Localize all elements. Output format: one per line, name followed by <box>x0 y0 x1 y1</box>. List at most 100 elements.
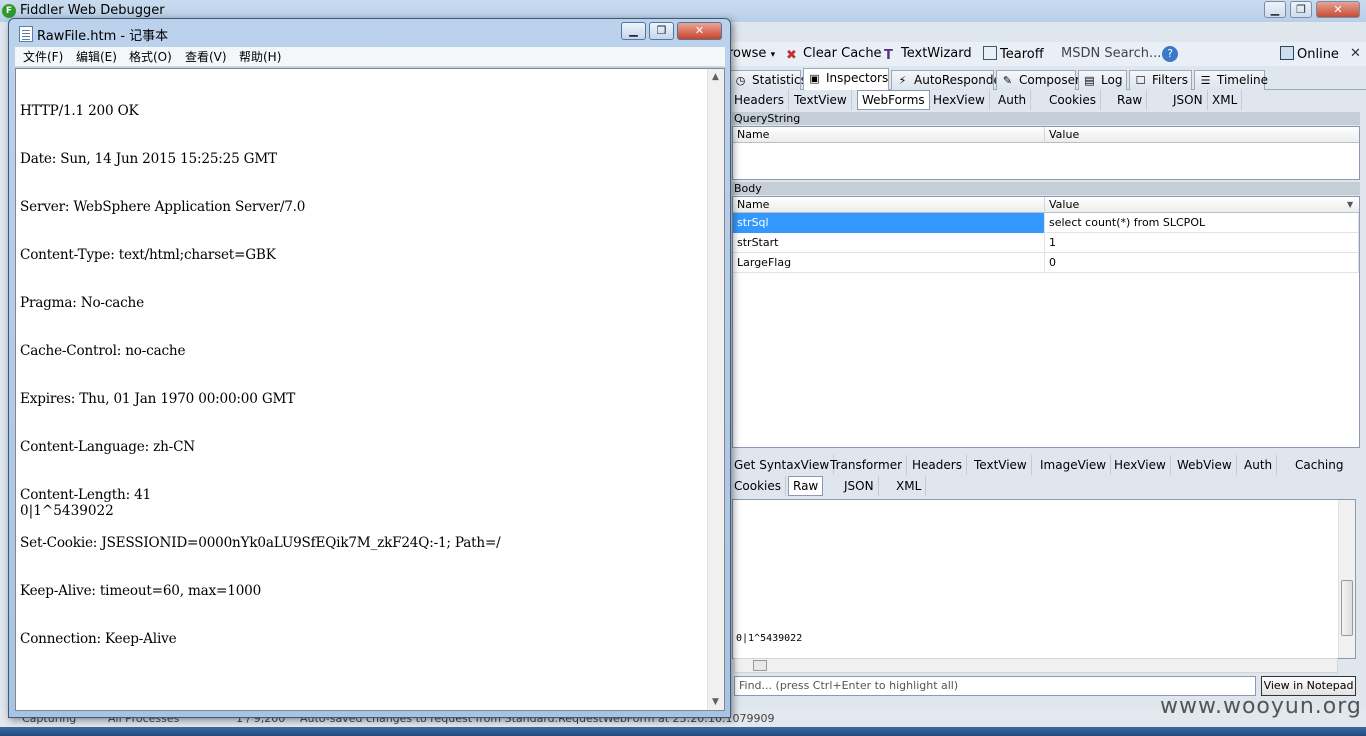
scroll-down-icon[interactable]: ▼ <box>712 697 719 707</box>
menu-format[interactable]: 格式(O) <box>129 49 172 65</box>
req-tab-raw[interactable]: Raw <box>1113 90 1148 110</box>
text-line: Expires: Thu, 01 Jan 1970 00:00:00 GMT <box>20 391 296 407</box>
tab-timeline[interactable]: ☰ Timeline <box>1194 70 1268 90</box>
body-grid: Name Value ▼ strSql select count(*) from … <box>732 196 1360 448</box>
req-tab-auth[interactable]: Auth <box>994 90 1032 110</box>
fiddler-minimize-button[interactable]: ▁ <box>1264 1 1286 18</box>
req-tab-textview[interactable]: TextView <box>790 90 852 110</box>
querystring-grid: Name Value <box>732 126 1360 180</box>
scroll-up-icon[interactable]: ▲ <box>712 72 719 82</box>
text-line: Content-Length: 41 <box>20 487 152 503</box>
resp-tab-xml[interactable]: XML <box>892 476 927 496</box>
response-raw-view[interactable] <box>732 499 1356 659</box>
autoresponder-icon: ⚡ <box>898 74 907 87</box>
req-tab-xml[interactable]: XML <box>1208 90 1243 110</box>
body-row-value[interactable]: 1 <box>1045 233 1359 253</box>
notepad-menu-bar: 文件(F) 编辑(E) 格式(O) 查看(V) 帮助(H) <box>15 47 725 67</box>
req-tab-json[interactable]: JSON <box>1169 90 1208 110</box>
text-line: Server: WebSphere Application Server/7.0 <box>20 199 306 215</box>
tearoff-button[interactable]: Tearoff <box>983 46 1044 62</box>
response-body-text: 0|1^5439022 <box>736 633 803 644</box>
notepad-icon <box>19 26 33 42</box>
resp-tab-webview[interactable]: WebView <box>1173 455 1237 475</box>
response-vscrollbar[interactable] <box>1338 500 1355 658</box>
statistics-icon: ◷ <box>735 74 746 87</box>
resp-tab-cookies[interactable]: Cookies <box>730 476 786 496</box>
req-tab-webforms[interactable]: WebForms <box>857 90 930 110</box>
resp-tab-auth[interactable]: Auth <box>1240 455 1278 475</box>
response-hscroll-thumb[interactable] <box>753 660 767 671</box>
body-row-name[interactable]: strStart <box>733 233 1045 253</box>
resp-tab-raw[interactable]: Raw <box>788 476 824 496</box>
notepad-body-line: 0|1^5439022 <box>20 503 114 519</box>
body-row-value[interactable]: 0 <box>1045 253 1359 273</box>
resp-tab-textview[interactable]: TextView <box>970 455 1032 475</box>
text-line: Content-Type: text/html;charset=GBK <box>20 247 276 263</box>
body-col-value[interactable]: Value ▼ <box>1045 197 1359 213</box>
menu-file[interactable]: 文件(F) <box>23 49 63 65</box>
body-row-name[interactable]: LargeFlag <box>733 253 1045 273</box>
notepad-text-area[interactable]: HTTP/1.1 200 OK Date: Sun, 14 Jun 2015 1… <box>15 68 725 711</box>
menu-view[interactable]: 查看(V) <box>185 49 227 65</box>
text-line: HTTP/1.1 200 OK <box>20 103 139 119</box>
toolbar-close-icon[interactable]: ✕ <box>1350 46 1361 61</box>
menu-edit[interactable]: 编辑(E) <box>76 49 117 65</box>
resp-tab-caching[interactable]: Caching <box>1291 455 1348 475</box>
resp-tab-json[interactable]: JSON <box>840 476 879 496</box>
resp-tab-get-syntaxview[interactable]: Get SyntaxView <box>730 455 835 475</box>
resp-tab-headers[interactable]: Headers <box>908 455 967 475</box>
clear-cache-button[interactable]: ✖ Clear Cache <box>786 46 882 63</box>
tab-inspectors[interactable]: ▣ Inspectors <box>803 68 889 90</box>
request-inspector-tabs: Headers TextView WebForms HexView Auth C… <box>730 90 1360 110</box>
fiddler-window-title: Fiddler Web Debugger <box>20 3 165 18</box>
online-icon <box>1280 46 1294 60</box>
req-tab-headers[interactable]: Headers <box>730 90 789 110</box>
tab-composer[interactable]: ✎ Composer <box>996 70 1080 90</box>
body-row-value[interactable]: select count(*) from SLCPOL <box>1045 213 1359 233</box>
find-input[interactable]: Find... (press Ctrl+Enter to highlight a… <box>734 676 1256 696</box>
notepad-minimize-button[interactable]: ▁ <box>621 22 646 40</box>
resp-tab-hexview[interactable]: HexView <box>1110 455 1171 475</box>
body-col-name[interactable]: Name <box>733 197 1045 213</box>
querystring-header: Name Value <box>733 127 1359 143</box>
notepad-vscrollbar[interactable]: ▲ ▼ <box>707 69 724 710</box>
msdn-search-input[interactable]: MSDN Search... <box>1061 46 1161 61</box>
resp-tab-imageview[interactable]: ImageView <box>1036 455 1112 475</box>
response-scroll-thumb[interactable] <box>1341 580 1353 636</box>
text-line: Cache-Control: no-cache <box>20 343 186 359</box>
notepad-window-title: RawFile.htm - 记事本 <box>37 29 169 44</box>
browse-button[interactable]: rowse ▾ <box>728 46 775 61</box>
timeline-icon: ☰ <box>1200 74 1211 87</box>
body-row[interactable]: strSql select count(*) from SLCPOL <box>733 213 1359 233</box>
req-tab-hexview[interactable]: HexView <box>929 90 990 110</box>
textwizard-button[interactable]: T TextWizard <box>884 46 972 63</box>
querystring-col-name[interactable]: Name <box>733 127 1045 143</box>
notepad-header-lines: HTTP/1.1 200 OK Date: Sun, 14 Jun 2015 1… <box>20 71 501 679</box>
text-line: Set-Cookie: JSESSIONID=0000nYk0aLU9SfEQi… <box>20 535 501 551</box>
fiddler-close-button[interactable]: ✕ <box>1316 1 1360 18</box>
view-in-notepad-button[interactable]: View in Notepad <box>1261 676 1356 696</box>
response-inspector-tabs-row1: Get SyntaxView Transformer Headers TextV… <box>730 455 1366 475</box>
querystring-section-title: QueryString <box>732 112 1360 125</box>
body-row[interactable]: LargeFlag 0 <box>733 253 1359 273</box>
tab-statistics[interactable]: ◷ Statistics <box>729 70 807 90</box>
body-row-name[interactable]: strSql <box>733 213 1045 233</box>
body-row[interactable]: strStart 1 <box>733 233 1359 253</box>
tab-autoresponder[interactable]: ⚡ AutoResponder <box>891 70 1006 90</box>
tab-filters[interactable]: ☐ Filters <box>1129 70 1192 90</box>
req-tab-cookies[interactable]: Cookies <box>1045 90 1101 110</box>
composer-icon: ✎ <box>1002 74 1013 87</box>
querystring-col-value[interactable]: Value <box>1045 127 1359 143</box>
notepad-close-button[interactable]: ✕ <box>677 22 722 40</box>
response-inspector-tabs-row2: Cookies Raw JSON XML <box>730 476 950 496</box>
menu-help[interactable]: 帮助(H) <box>239 49 281 65</box>
help-icon[interactable]: ? <box>1162 46 1178 62</box>
notepad-maximize-button[interactable]: ❐ <box>649 22 674 40</box>
text-line: Connection: Keep-Alive <box>20 631 177 647</box>
fiddler-maximize-button[interactable]: ❐ <box>1290 1 1312 18</box>
tab-log[interactable]: ▤ Log <box>1078 70 1127 90</box>
watermark: www.wooyun.org <box>1160 694 1362 719</box>
response-hscrollbar[interactable] <box>734 658 1338 673</box>
online-indicator[interactable]: Online <box>1280 46 1339 62</box>
resp-tab-transformer[interactable]: Transformer <box>826 455 908 475</box>
